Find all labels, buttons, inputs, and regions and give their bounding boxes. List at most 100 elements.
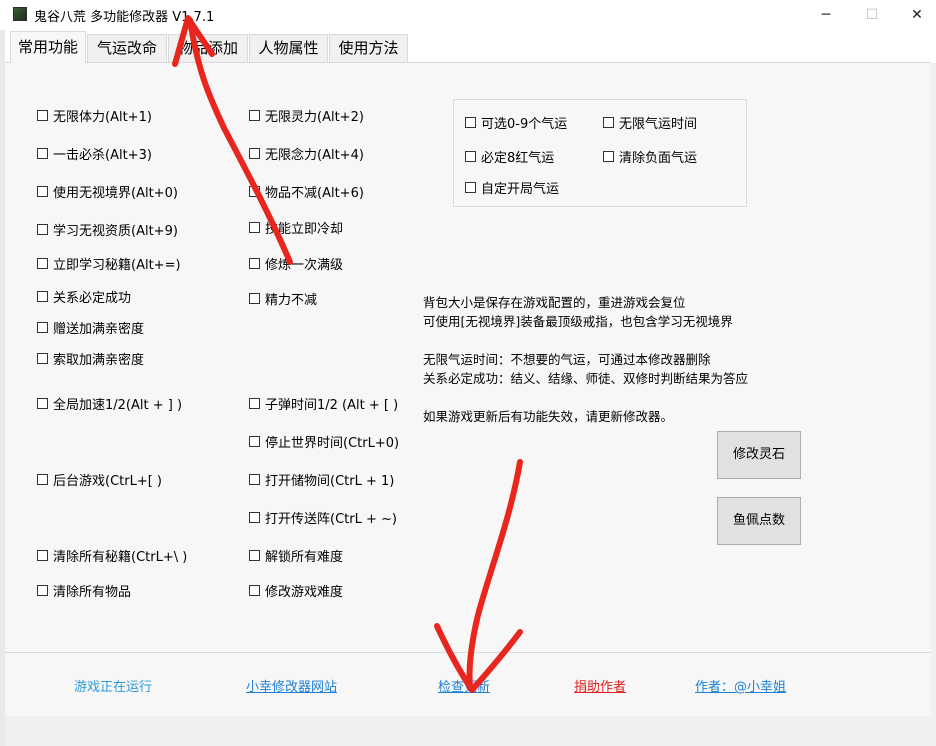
- checkbox-box: [37, 585, 48, 596]
- checkbox-items-no-decrease[interactable]: 物品不减(Alt+6): [249, 182, 364, 201]
- checkbox-label: 赠送加满亲密度: [53, 322, 145, 337]
- info-line: 如果游戏更新后有功能失效，请更新修改器。: [423, 409, 674, 424]
- checkbox-label: 打开储物间(CtrL + 1): [265, 474, 395, 489]
- checkbox-eight-red-fortune[interactable]: 必定8红气运: [465, 147, 554, 166]
- tab-label: 常用功能: [17, 38, 78, 56]
- checkbox-label: 停止世界时间(CtrL+0): [265, 436, 400, 451]
- maximize-button[interactable]: ☐: [849, 0, 895, 30]
- checkbox-stop-world-time[interactable]: 停止世界时间(CtrL+0): [249, 432, 399, 451]
- checkbox-label: 关系必定成功: [53, 291, 132, 306]
- checkbox-box: [465, 151, 476, 162]
- checkbox-label: 物品不减(Alt+6): [265, 186, 364, 201]
- checkbox-relation-success[interactable]: 关系必定成功: [37, 287, 131, 306]
- checkbox-global-speed[interactable]: 全局加速1/2(Alt + ] ): [37, 394, 182, 413]
- checkbox-open-storage[interactable]: 打开储物间(CtrL + 1): [249, 470, 394, 489]
- checkbox-box: [465, 117, 476, 128]
- checkbox-label: 使用无视境界(Alt+0): [53, 186, 178, 201]
- minimize-button[interactable]: ─: [803, 0, 849, 30]
- tab-usage[interactable]: 使用方法: [329, 34, 408, 62]
- checkbox-label: 打开传送阵(CtrL + ~): [265, 512, 397, 527]
- checkbox-label: 技能立即冷却: [265, 222, 344, 237]
- tab-label: 人物属性: [258, 39, 319, 57]
- info-line: 背包大小是保存在游戏配置的，重进游戏会复位: [423, 295, 686, 310]
- checkbox-box: [37, 353, 48, 364]
- checkbox-instant-learn[interactable]: 立即学习秘籍(Alt+=): [37, 254, 181, 273]
- checkbox-choose-fortune[interactable]: 可选0-9个气运: [465, 113, 567, 132]
- checkbox-box: [37, 224, 48, 235]
- fish-pendant-points-button[interactable]: 鱼佩点数: [717, 497, 801, 545]
- checkbox-label: 一击必杀(Alt+3): [53, 148, 152, 163]
- tab-divider: [5, 62, 931, 63]
- check-update-link[interactable]: 检查更新: [438, 676, 490, 695]
- modify-spirit-stone-button[interactable]: 修改灵石: [717, 431, 801, 479]
- checkbox-energy-no-decrease[interactable]: 精力不减: [249, 289, 317, 308]
- checkbox-label: 后台游戏(CtrL+[ ): [53, 474, 163, 489]
- author-link[interactable]: 作者：@小幸姐: [695, 676, 786, 695]
- checkbox-train-max-level[interactable]: 修炼一次满级: [249, 254, 343, 273]
- checkbox-box: [37, 550, 48, 561]
- checkbox-one-hit-kill[interactable]: 一击必杀(Alt+3): [37, 144, 152, 163]
- checkbox-ignore-realm[interactable]: 使用无视境界(Alt+0): [37, 182, 178, 201]
- checkbox-box: [249, 512, 260, 523]
- tab-label: 使用方法: [338, 39, 399, 57]
- checkbox-box: [249, 222, 260, 233]
- tab-attributes[interactable]: 人物属性: [249, 34, 328, 62]
- checkbox-box: [249, 148, 260, 159]
- info-line: 无限气运时间：不想要的气运，可通过本修改器删除: [423, 352, 711, 367]
- checkbox-gift-intimacy[interactable]: 赠送加满亲密度: [37, 318, 144, 337]
- checkbox-infinite-fortune-time[interactable]: 无限气运时间: [603, 113, 697, 132]
- checkbox-box: [249, 585, 260, 596]
- checkbox-label: 无限念力(Alt+4): [265, 148, 364, 163]
- checkbox-label: 学习无视资质(Alt+9): [53, 224, 178, 239]
- checkbox-request-intimacy[interactable]: 索取加满亲密度: [37, 349, 144, 368]
- checkbox-ignore-aptitude[interactable]: 学习无视资质(Alt+9): [37, 220, 178, 239]
- close-button[interactable]: ✕: [894, 0, 936, 30]
- checkbox-label: 立即学习秘籍(Alt+=): [53, 258, 181, 273]
- checkbox-box: [465, 182, 476, 193]
- checkbox-unlock-difficulty[interactable]: 解锁所有难度: [249, 546, 343, 565]
- game-status-text: 游戏正在运行: [74, 680, 153, 695]
- checkbox-clear-manuals[interactable]: 清除所有秘籍(CtrL+\ ): [37, 546, 187, 565]
- checkbox-infinite-mind[interactable]: 无限念力(Alt+4): [249, 144, 364, 163]
- checkbox-infinite-stamina[interactable]: 无限体力(Alt+1): [37, 106, 152, 125]
- checkbox-label: 可选0-9个气运: [481, 117, 568, 132]
- checkbox-change-difficulty[interactable]: 修改游戏难度: [249, 581, 343, 600]
- checkbox-infinite-spirit[interactable]: 无限灵力(Alt+2): [249, 106, 364, 125]
- checkbox-label: 修改游戏难度: [265, 585, 344, 600]
- checkbox-open-teleport[interactable]: 打开传送阵(CtrL + ~): [249, 508, 397, 527]
- tab-label: 气运改命: [96, 39, 157, 57]
- checkbox-box: [37, 322, 48, 333]
- footer-divider: [5, 652, 931, 653]
- checkbox-label: 自定开局气运: [481, 182, 560, 197]
- checkbox-box: [37, 110, 48, 121]
- checkbox-box: [37, 398, 48, 409]
- tab-common-functions[interactable]: 常用功能: [10, 31, 86, 63]
- checkbox-box: [249, 474, 260, 485]
- checkbox-label: 精力不减: [265, 293, 318, 308]
- checkbox-clear-items[interactable]: 清除所有物品: [37, 581, 131, 600]
- checkbox-box: [37, 186, 48, 197]
- website-link[interactable]: 小幸修改器网站: [246, 676, 337, 695]
- checkbox-label: 无限气运时间: [619, 117, 698, 132]
- window-title: 鬼谷八荒 多功能修改器 V1.7.1: [34, 10, 215, 25]
- tab-items[interactable]: 物品添加: [168, 34, 248, 62]
- checkbox-box: [249, 110, 260, 121]
- checkbox-label: 全局加速1/2(Alt + ] ): [53, 398, 183, 413]
- tab-fortune[interactable]: 气运改命: [87, 34, 167, 62]
- info-line: 可使用[无视境界]装备最顶级戒指，也包含学习无视境界: [423, 314, 733, 329]
- checkbox-label: 清除所有秘籍(CtrL+\ ): [53, 550, 188, 565]
- checkbox-label: 子弹时间1/2 (Alt + [ ): [265, 398, 399, 413]
- checkbox-clear-negative-fortune[interactable]: 清除负面气运: [603, 147, 697, 166]
- checkbox-skill-no-cooldown[interactable]: 技能立即冷却: [249, 218, 343, 237]
- checkbox-box: [603, 151, 614, 162]
- checkbox-custom-start-fortune[interactable]: 自定开局气运: [465, 178, 559, 197]
- app-icon: [13, 7, 27, 21]
- checkbox-background-game[interactable]: 后台游戏(CtrL+[ ): [37, 470, 162, 489]
- checkbox-bullet-time[interactable]: 子弹时间1/2 (Alt + [ ): [249, 394, 398, 413]
- checkbox-box: [249, 186, 260, 197]
- title-bar: 鬼谷八荒 多功能修改器 V1.7.1 ─ ☐ ✕: [0, 0, 936, 30]
- checkbox-box: [37, 258, 48, 269]
- donate-link[interactable]: 捐助作者: [574, 676, 626, 695]
- checkbox-box: [37, 291, 48, 302]
- checkbox-label: 无限灵力(Alt+2): [265, 110, 364, 125]
